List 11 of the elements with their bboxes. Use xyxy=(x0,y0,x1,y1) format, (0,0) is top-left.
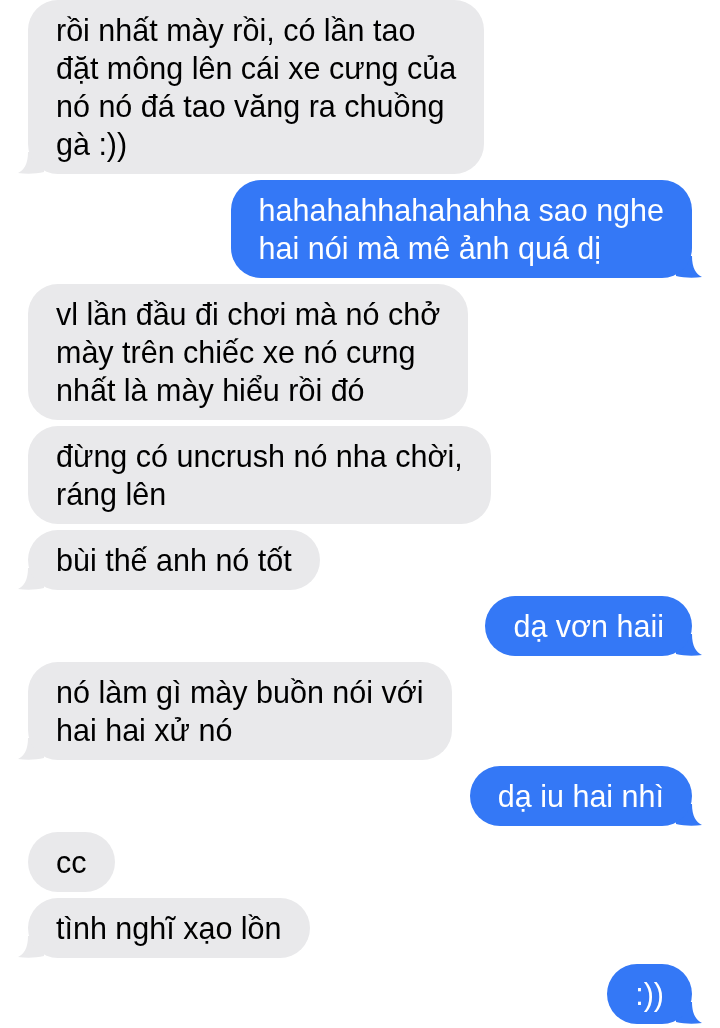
message-bubble: hahahahhahahahha sao nghe hai nói mà mê ảnh quá dị xyxy=(230,180,692,278)
message-bubble: bùi thế anh nó tốt xyxy=(28,530,320,590)
message-bubble: vl lần đầu đi chơi mà nó chở mày trên chiếc xe nó cưng nhất là mày hiểu rồi đó xyxy=(28,284,469,420)
message-bubble: cc xyxy=(28,832,115,892)
message-bubble: dạ iu hai nhì xyxy=(469,766,692,826)
message-bubble: rồi nhất mày rồi, có lần tao đặt mông lên cái xe cưng của nó nó đá tao văng ra chuồng gà :)) xyxy=(28,0,485,174)
message-bubble: tình nghĩ xạo lồn xyxy=(28,898,310,958)
message-bubble: đừng có uncrush nó nha chời, ráng lên xyxy=(28,426,491,524)
message-bubble: :)) xyxy=(607,964,692,1024)
message-bubble: dạ vơn haii xyxy=(485,596,692,656)
message-bubble: nó làm gì mày buồn nói với hai hai xử nó xyxy=(28,662,452,760)
